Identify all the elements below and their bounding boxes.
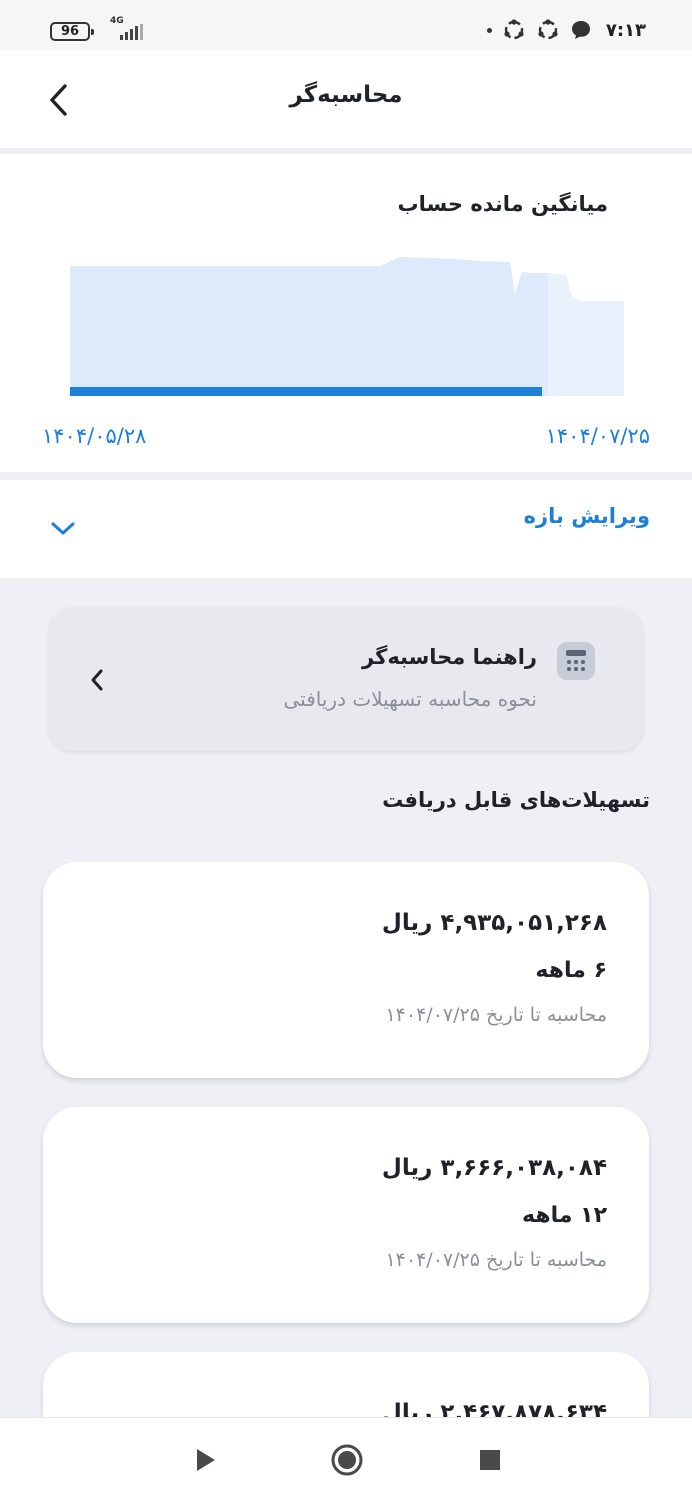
chart-end-date: ۱۴۰۴/۰۷/۲۵ [545, 424, 650, 448]
page-title: محاسبه‌گر [289, 82, 403, 108]
app-bar: محاسبه‌گر [0, 50, 692, 148]
chevron-left-icon [91, 669, 103, 691]
guide-title: راهنما محاسبه‌گر [362, 645, 537, 669]
loan-term: ۶ ماهه [535, 958, 607, 983]
loan-amount: ۳,۶۶۶,۰۳۸,۰۸۴ ریال [381, 1155, 607, 1181]
loan-card[interactable]: ۳,۶۶۶,۰۳۸,۰۸۴ ریال ۱۲ ماهه محاسبه تا تار… [43, 1107, 649, 1323]
available-loans-title: تسهیلات‌های قابل دریافت [382, 788, 650, 812]
battery-icon: 96 [50, 22, 94, 41]
loan-term: ۱۲ ماهه [522, 1203, 607, 1228]
selected-range-bar [70, 387, 542, 396]
loan-amount: ۴,۹۳۵,۰۵۱,۲۶۸ ریال [381, 910, 607, 936]
chart-start-date: ۱۴۰۴/۰۵/۲۸ [42, 424, 147, 448]
edit-range-row[interactable]: ویرایش بازه [0, 480, 692, 578]
system-nav-bar [0, 1417, 692, 1500]
loan-calc-date: محاسبه تا تاریخ ۱۴۰۴/۰۷/۲۵ [385, 1249, 607, 1271]
sync-icon [538, 19, 558, 40]
signal-icon: 4G [106, 16, 146, 44]
battery-level: 96 [60, 24, 80, 39]
status-icons: ۷:۱۳ [486, 18, 646, 42]
home-circle-icon[interactable] [329, 1442, 365, 1478]
play-icon[interactable] [187, 1442, 223, 1478]
calculator-icon [557, 642, 595, 680]
status-bar: 96 4G ۷:۱۳ [0, 0, 692, 50]
clock: ۷:۱۳ [605, 19, 646, 41]
edit-range-label: ویرایش بازه [523, 504, 650, 528]
calculator-guide-card[interactable]: راهنما محاسبه‌گر نحوه محاسبه تسهیلات دری… [49, 607, 643, 751]
balance-chart-card: میانگین مانده حساب ۱۴۰۴/۰۵/۲۸ ۱۴۰۴/۰۷/۲۵ [0, 154, 692, 472]
sync-icon [504, 19, 524, 40]
notification-dot-icon [486, 27, 492, 33]
balance-area [70, 257, 548, 396]
stop-square-icon[interactable] [472, 1442, 508, 1478]
loan-card[interactable]: ۴,۹۳۵,۰۵۱,۲۶۸ ریال ۶ ماهه محاسبه تا تاری… [43, 862, 649, 1078]
message-bubble-icon [571, 21, 590, 39]
balance-area-projection [548, 273, 624, 396]
loan-calc-date: محاسبه تا تاریخ ۱۴۰۴/۰۷/۲۵ [385, 1004, 607, 1026]
guide-subtitle: نحوه محاسبه تسهیلات دریافتی [283, 687, 537, 711]
chevron-down-icon [51, 522, 75, 535]
